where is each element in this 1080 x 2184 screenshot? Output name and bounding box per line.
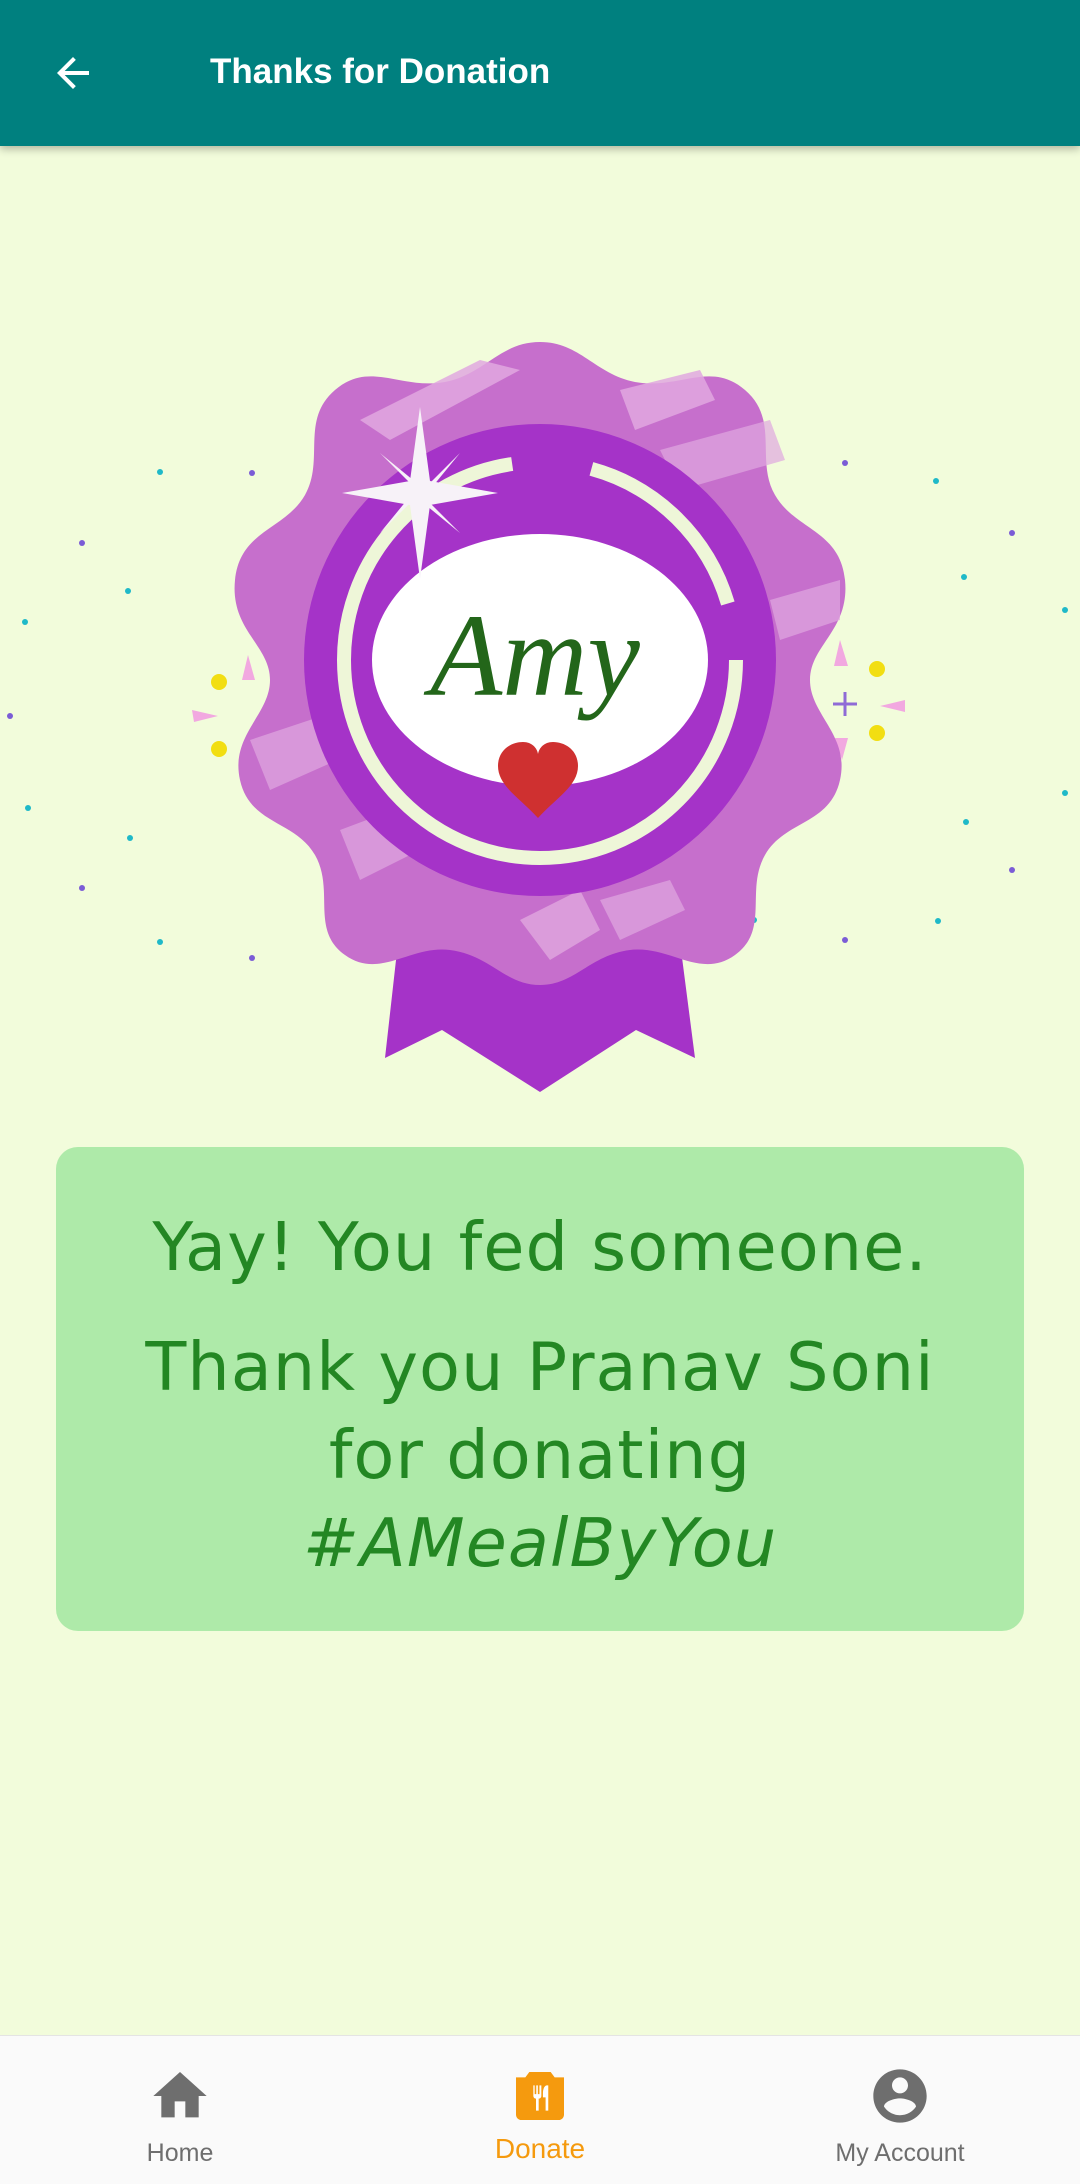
nav-my-account-label: My Account — [835, 2139, 965, 2167]
donate-icon — [516, 2072, 564, 2120]
arrow-back-icon — [57, 57, 89, 89]
nav-home[interactable]: Home — [0, 2036, 360, 2184]
page-title: Thanks for Donation — [210, 52, 551, 91]
back-button[interactable] — [30, 30, 116, 116]
thank-you-message: Thank you Pranav Soni for donating #AMea… — [116, 1323, 964, 1587]
thank-you-text: Thank you Pranav Soni for donating — [145, 1328, 935, 1494]
thank-you-card: Yay! You fed someone. Thank you Pranav S… — [56, 1147, 1024, 1631]
home-icon — [153, 2072, 207, 2118]
nav-donate[interactable]: Donate — [360, 2036, 720, 2184]
badge-name: Amy — [423, 590, 640, 721]
donation-badge: Amy — [7, 342, 1068, 1092]
bottom-navigation: Home Donate My Account — [0, 2035, 1080, 2184]
thank-you-headline: Yay! You fed someone. — [152, 1208, 928, 1286]
nav-donate-label: Donate — [494, 2133, 586, 2164]
app-bar: Thanks for Donation — [0, 0, 1080, 146]
account-circle-icon — [873, 2069, 927, 2123]
hashtag: #AMealByYou — [302, 1504, 778, 1582]
nav-home-label: Home — [146, 2139, 214, 2167]
nav-my-account[interactable]: My Account — [720, 2036, 1080, 2184]
